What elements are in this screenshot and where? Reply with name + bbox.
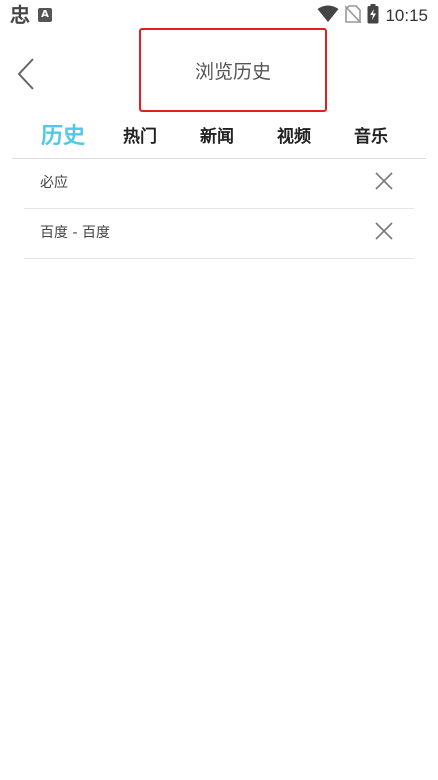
history-item-label: 百度 - 百度 <box>40 225 110 241</box>
tab-hot[interactable]: 热门 <box>110 114 170 154</box>
history-item[interactable]: 必应 <box>24 159 414 209</box>
tab-video[interactable]: 视频 <box>264 114 324 154</box>
app-notification-icon: 忠 <box>10 3 30 27</box>
history-item[interactable]: 百度 - 百度 <box>24 209 414 259</box>
back-button[interactable] <box>10 56 42 96</box>
status-time: 10:15 <box>385 6 428 25</box>
status-right: 10:15 <box>317 4 428 28</box>
status-bar: 忠 A 10:15 <box>0 0 438 30</box>
tab-history[interactable]: 历史 <box>30 114 96 154</box>
close-icon <box>375 222 393 244</box>
category-tabs: 历史 热门 新闻 视频 音乐 <box>0 114 438 154</box>
close-icon <box>375 172 393 194</box>
tab-news[interactable]: 新闻 <box>187 114 247 154</box>
delete-button[interactable] <box>372 221 396 245</box>
wifi-icon <box>317 5 339 27</box>
battery-charging-icon <box>367 4 379 28</box>
chevron-left-icon <box>16 57 36 95</box>
status-left: 忠 A <box>10 4 52 26</box>
delete-button[interactable] <box>372 171 396 195</box>
a-badge-icon: A <box>38 8 52 22</box>
tab-music[interactable]: 音乐 <box>341 114 401 154</box>
no-sim-icon <box>344 5 363 27</box>
history-item-label: 必应 <box>40 175 68 191</box>
history-list: 必应 百度 - 百度 <box>24 159 414 259</box>
page-title: 浏览历史 <box>139 28 327 112</box>
